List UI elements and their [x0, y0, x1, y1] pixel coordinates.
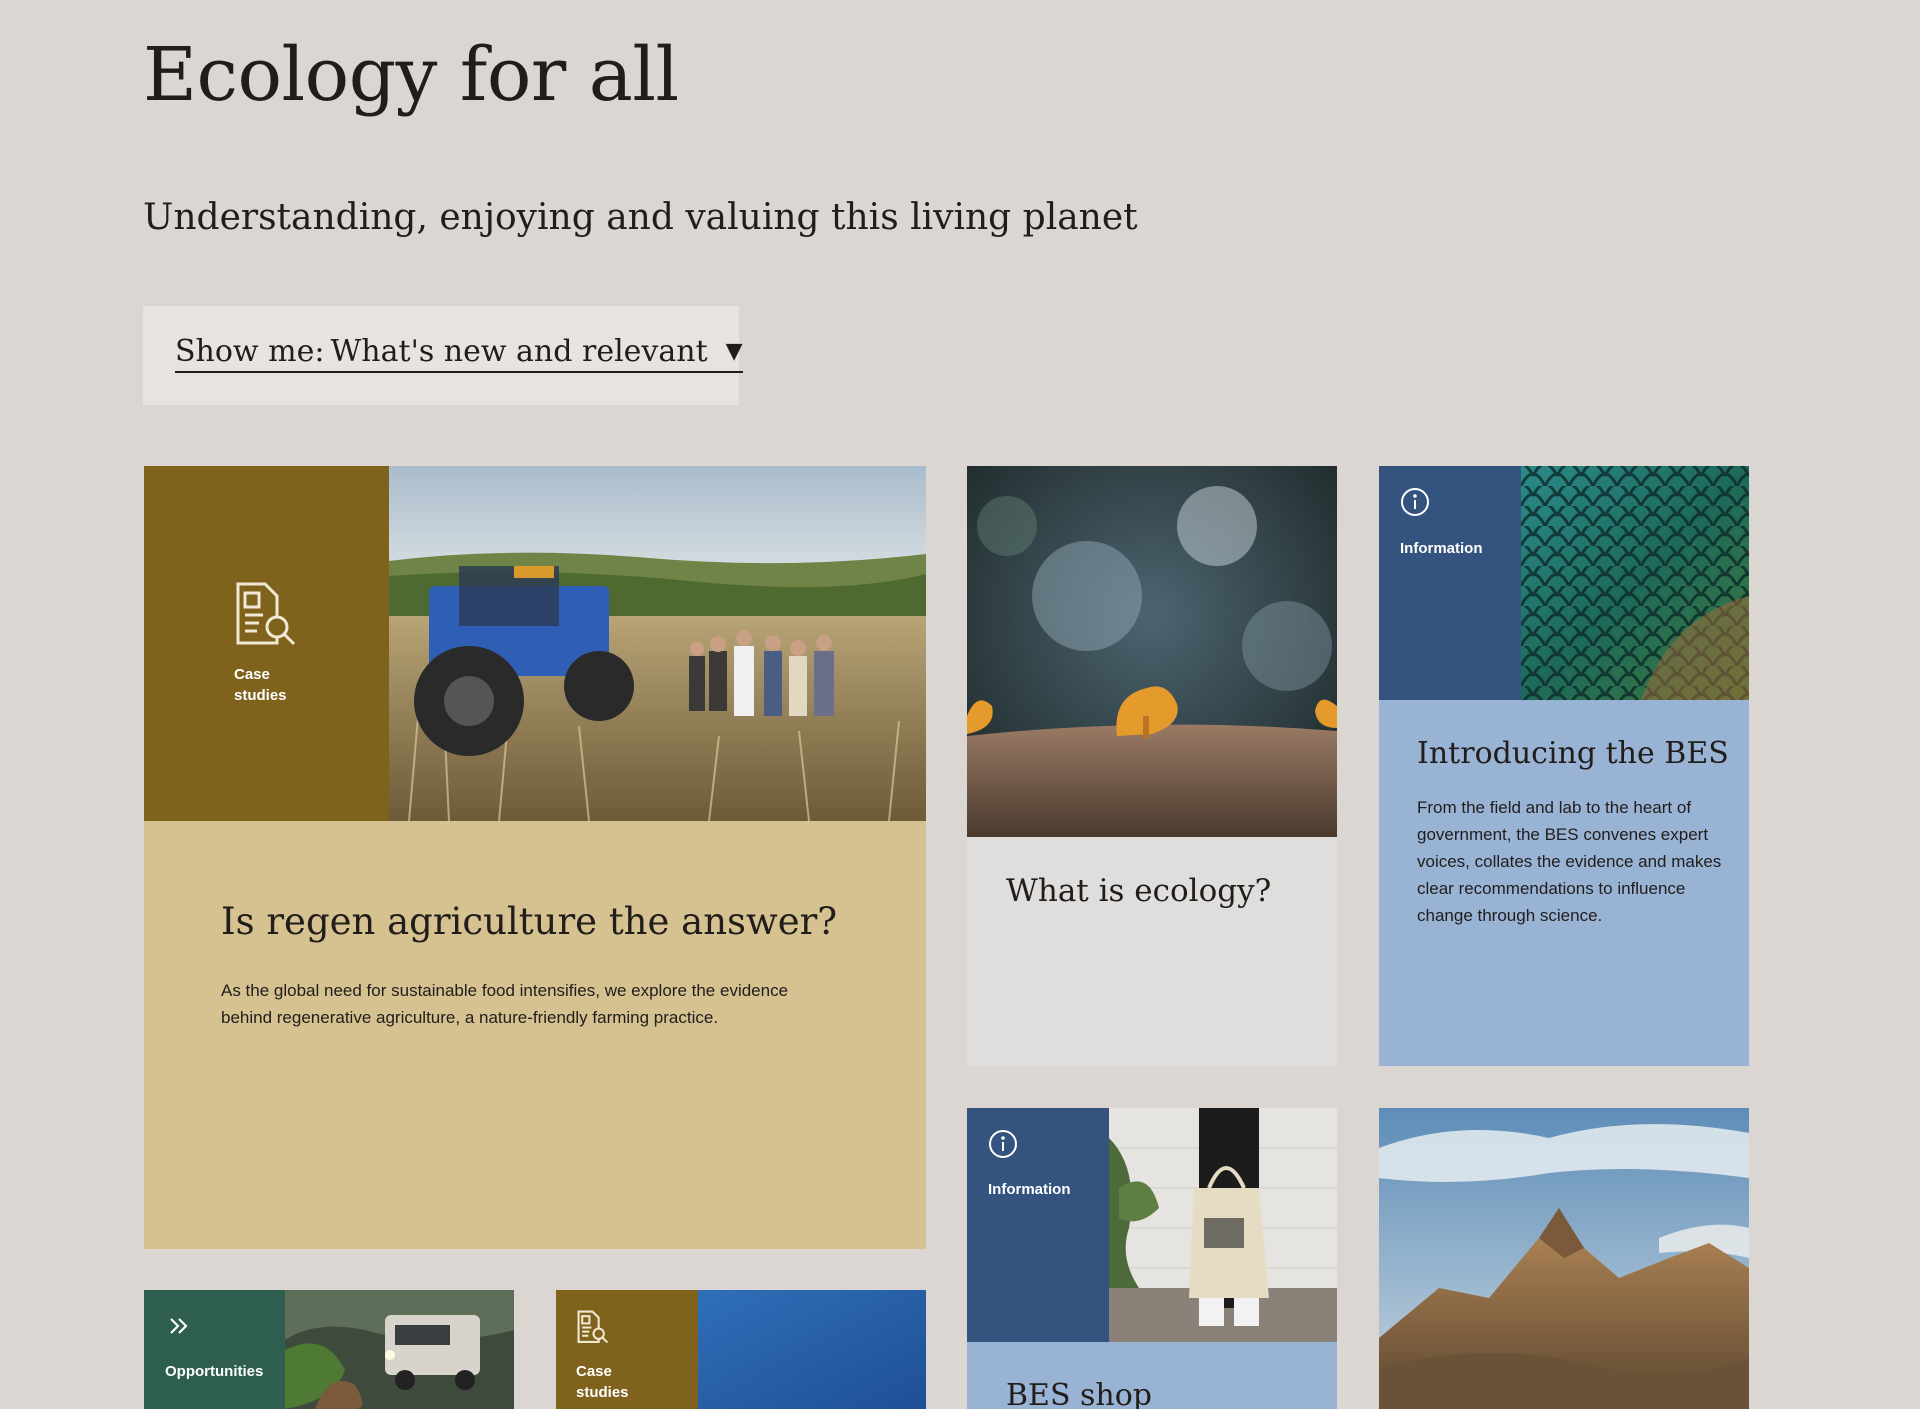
card-heading[interactable]: Introducing the BES	[1417, 736, 1729, 771]
tag-panel-information: Information	[967, 1108, 1109, 1342]
tag-label: Information	[1400, 540, 1483, 557]
double-chevron-right-icon	[170, 1318, 188, 1334]
card-opportunities[interactable]: Opportunities	[144, 1290, 514, 1409]
card-bes-shop[interactable]: Information BES shop	[967, 1108, 1337, 1409]
tag-panel-case-studies: Case studies	[556, 1290, 698, 1409]
card-introducing-bes[interactable]: Information Introducing the BES From the…	[1379, 466, 1749, 1066]
tag-label: Case studies	[234, 666, 287, 704]
card-what-is-ecology[interactable]: What is ecology?	[967, 466, 1337, 1066]
show-me-dropdown[interactable]: Show me: What's new and relevant ▼	[175, 334, 743, 373]
tag-panel-case-studies: Case studies	[144, 466, 389, 821]
page-subtitle: Understanding, enjoying and valuing this…	[143, 197, 1138, 238]
fungi-on-log-photo	[967, 466, 1337, 837]
blue-sky-photo	[698, 1290, 926, 1409]
filter-value: What's new and relevant	[330, 334, 708, 369]
van-in-rain-photo	[285, 1290, 514, 1409]
card-regen-agriculture[interactable]: Case studies Is regen agriculture the an…	[144, 466, 926, 1249]
document-search-icon	[577, 1310, 609, 1344]
tag-label: Information	[988, 1181, 1071, 1198]
card-mountain[interactable]	[1379, 1108, 1749, 1409]
tag-label: Opportunities	[165, 1363, 264, 1380]
tag-panel-opportunities: Opportunities	[144, 1290, 285, 1409]
info-icon	[989, 1130, 1017, 1158]
page-title: Ecology for all	[143, 32, 679, 118]
tag-panel-information: Information	[1379, 466, 1521, 700]
mountain-landscape-photo	[1379, 1108, 1749, 1409]
filter-box: Show me: What's new and relevant ▼	[143, 306, 743, 405]
card-heading[interactable]: Is regen agriculture the answer?	[221, 900, 837, 943]
card-case-studies-sky[interactable]: Case studies	[556, 1290, 926, 1409]
card-body: From the field and lab to the heart of g…	[1417, 798, 1722, 925]
dropdown-arrow-icon: ▼	[725, 339, 743, 364]
card-body: As the global need for sustainable food …	[221, 981, 789, 1027]
card-heading[interactable]: What is ecology?	[1006, 873, 1271, 909]
card-heading[interactable]: BES shop	[1006, 1378, 1152, 1409]
tote-bag-photo	[1109, 1108, 1337, 1342]
info-icon	[1401, 488, 1429, 516]
tractor-field-photo	[389, 466, 926, 821]
fish-scales-photo	[1521, 466, 1749, 700]
tag-label: Case studies	[576, 1363, 629, 1401]
filter-prefix: Show me:	[175, 334, 325, 369]
document-search-icon	[236, 582, 296, 646]
